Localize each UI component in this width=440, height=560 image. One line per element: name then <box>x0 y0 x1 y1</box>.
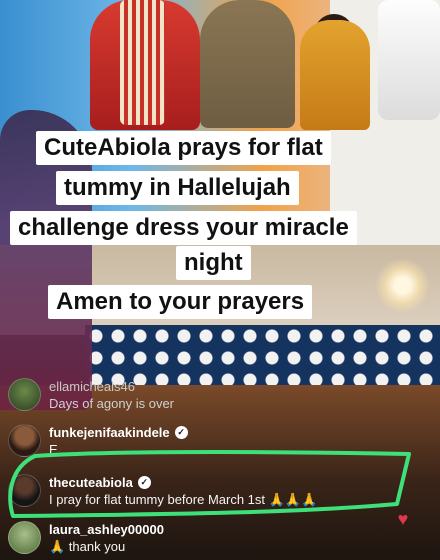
heart-icon[interactable]: ♥ <box>392 508 414 530</box>
comment-text: E <box>49 442 58 457</box>
caption-line: challenge dress your miracle <box>10 211 357 245</box>
stage-light <box>375 258 430 313</box>
performer-trumpet <box>200 0 295 128</box>
avatar[interactable] <box>8 424 41 457</box>
avatar[interactable] <box>8 474 41 507</box>
comment-username[interactable]: thecuteabiola ✓ <box>49 474 317 491</box>
comment-text: I pray for flat tummy before March 1st 🙏… <box>49 492 318 507</box>
comment-username[interactable]: laura_ashley00000 <box>49 521 164 538</box>
comment-item[interactable]: thecuteabiola ✓ I pray for flat tummy be… <box>8 474 317 508</box>
comment-item[interactable]: ellamicheals46 Days of agony is over <box>8 378 174 412</box>
comment-item[interactable]: laura_ashley00000 🙏 thank you <box>8 521 164 555</box>
caption-line: Amen to your prayers <box>48 285 313 319</box>
caption-line: CuteAbiola prays for flat <box>36 131 331 165</box>
comment-text: 🙏 thank you <box>49 539 126 554</box>
comment-username[interactable]: funkejenifaakindele ✓ <box>49 424 188 441</box>
avatar[interactable] <box>8 378 41 411</box>
comment-item[interactable]: funkejenifaakindele ✓ E <box>8 424 188 458</box>
performer-white <box>378 0 440 120</box>
caption-line: tummy in Hallelujah <box>56 171 299 205</box>
performer-singer <box>300 20 370 130</box>
verified-badge-icon: ✓ <box>137 476 151 489</box>
comment-text: Days of agony is over <box>49 396 175 411</box>
performer-robe-pattern <box>120 0 165 125</box>
verified-badge-icon: ✓ <box>174 426 188 439</box>
comment-username[interactable]: ellamicheals46 <box>49 378 174 395</box>
caption-line: night <box>176 246 251 280</box>
avatar[interactable] <box>8 521 41 554</box>
